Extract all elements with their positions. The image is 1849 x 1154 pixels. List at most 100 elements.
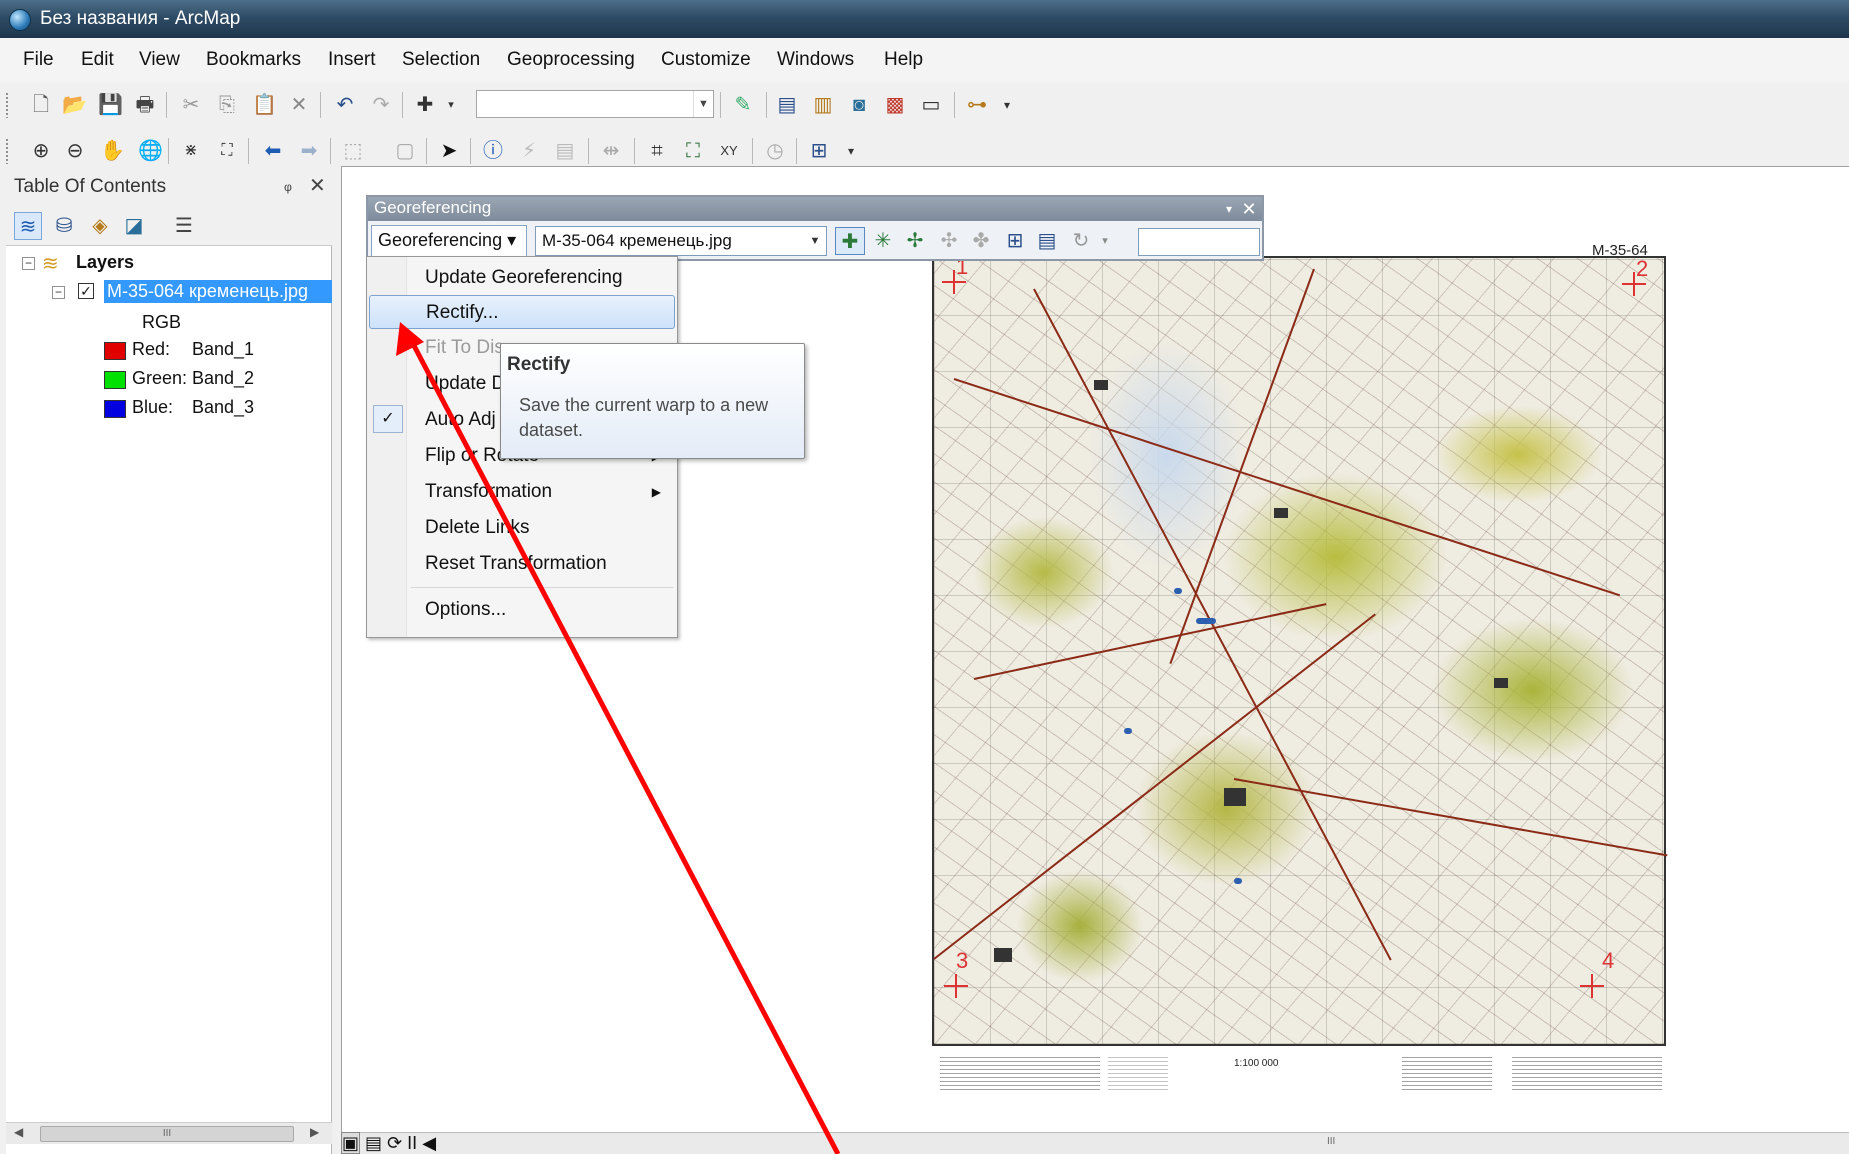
data-view-button[interactable]: ▣ — [341, 1132, 361, 1154]
identify-icon[interactable]: ⓘ — [482, 140, 504, 162]
paste-icon[interactable]: 📋 — [252, 94, 277, 116]
select-features-icon[interactable]: ⬚ — [342, 140, 364, 162]
layout-view-button[interactable]: ▤ — [365, 1133, 382, 1153]
find-route-icon[interactable]: ⛶ — [682, 140, 704, 162]
menu-item-delete-links[interactable]: Delete Links — [369, 511, 675, 545]
link-table-icon[interactable]: ▤ — [1032, 227, 1062, 255]
time-slider-icon[interactable]: ◷ — [764, 140, 786, 162]
scroll-right-icon[interactable]: ▶ — [310, 1125, 319, 1139]
zoom-in-icon[interactable]: ⊕ — [30, 140, 52, 162]
print-icon[interactable]: 🖶 — [134, 94, 156, 116]
catalog-icon[interactable]: ▥ — [812, 94, 834, 116]
new-document-icon[interactable]: 🗋 — [30, 94, 52, 116]
add-data-dropdown-icon[interactable]: ▾ — [440, 94, 462, 116]
blue-band-swatch[interactable] — [104, 400, 126, 418]
close-icon[interactable]: ✕ — [1238, 197, 1260, 221]
python-window-icon[interactable]: ▭ — [920, 94, 942, 116]
editor-toolbar-icon[interactable]: ✎ — [732, 94, 754, 116]
control-point-cross[interactable] — [942, 270, 966, 294]
scroll-thumb-grip[interactable]: III — [1327, 1136, 1335, 1147]
menu-geoprocessing[interactable]: Geoprocessing — [507, 49, 635, 71]
refresh-icon[interactable]: ⟳ — [387, 1133, 402, 1153]
save-icon[interactable]: 💾 — [98, 94, 123, 116]
menu-customize[interactable]: Customize — [661, 49, 751, 71]
add-data-icon[interactable]: ✚ — [414, 94, 436, 116]
forward-extent-icon[interactable]: ➡ — [298, 140, 320, 162]
menu-windows[interactable]: Windows — [777, 49, 854, 71]
select-elements-arrow-icon[interactable]: ➤ — [438, 140, 460, 162]
html-popup-icon[interactable]: ▤ — [554, 140, 576, 162]
redo-icon[interactable]: ↷ — [370, 94, 392, 116]
viewer-icon[interactable]: ⊞ — [1000, 227, 1030, 255]
go-to-xy-icon[interactable]: XY — [718, 140, 740, 162]
rotation-angle-input[interactable] — [1138, 228, 1260, 256]
control-point-cross[interactable] — [1580, 974, 1604, 998]
undo-icon[interactable]: ↶ — [334, 94, 356, 116]
toolbar-options-icon[interactable]: ▾ — [996, 94, 1018, 116]
fixed-zoom-out-icon[interactable]: ⛶ — [216, 140, 238, 162]
delete-icon[interactable]: ✕ — [288, 94, 310, 116]
search-window-icon[interactable]: ◙ — [848, 94, 870, 116]
georeferencing-toolbar-title[interactable]: Georeferencing — [368, 197, 1262, 221]
create-viewer-window-icon[interactable]: ⊞ — [808, 140, 830, 162]
list-by-source-icon[interactable]: ⛁ — [50, 212, 78, 240]
full-extent-globe-icon[interactable]: 🌐 — [138, 140, 163, 162]
zoom-to-selected-link-icon[interactable]: ✣ — [934, 227, 964, 255]
pause-drawing-icon[interactable]: II — [407, 1133, 417, 1153]
cut-icon[interactable]: ✂ — [180, 94, 202, 116]
menu-file[interactable]: File — [23, 49, 54, 71]
georeferencing-menu-button[interactable]: Georeferencing ▾ — [371, 225, 527, 257]
toolbar-grip[interactable] — [5, 92, 9, 118]
add-control-points-icon[interactable]: ✚ — [835, 227, 865, 255]
copy-icon[interactable]: ⎘ — [216, 94, 238, 116]
collapse-icon[interactable]: − — [52, 286, 65, 299]
control-point-cross[interactable] — [944, 974, 968, 998]
list-by-drawing-order-icon[interactable]: ≋ — [14, 212, 42, 240]
close-icon[interactable]: ✕ — [309, 173, 326, 198]
menu-item-options[interactable]: Options... — [369, 593, 675, 627]
layers-root-label[interactable]: Layers — [76, 252, 134, 273]
layer-visibility-checkbox[interactable]: ✓ — [78, 283, 94, 299]
toc-options-icon[interactable]: ☰ — [170, 212, 198, 240]
measure-icon[interactable]: ⇹ — [600, 140, 622, 162]
green-band-swatch[interactable] — [104, 371, 126, 389]
layer-name[interactable]: M-35-064 кременець.jpg — [104, 280, 332, 303]
chevron-down-icon[interactable]: ▼ — [806, 229, 824, 253]
auto-registration-icon[interactable]: ✳ — [868, 227, 898, 255]
back-extent-icon[interactable]: ⬅ — [262, 140, 284, 162]
menu-selection[interactable]: Selection — [402, 49, 480, 71]
chevron-down-icon[interactable]: ▾ — [1220, 197, 1238, 221]
control-point-cross[interactable] — [1622, 272, 1646, 296]
menu-item-rectify[interactable]: Rectify... — [369, 295, 675, 329]
scroll-left-icon[interactable]: ◀ — [422, 1133, 436, 1153]
list-by-selection-icon[interactable]: ◪ — [120, 212, 148, 240]
toolbar-options-icon[interactable]: ▾ — [840, 140, 862, 162]
georeferenced-raster-map[interactable]: ЦЕНТРАЛЬНЫЙ ШТАБ КРЕМЕНЕЦ M-35-64 1 2 3 … — [924, 242, 1676, 1104]
red-band-swatch[interactable] — [104, 342, 126, 360]
pin-icon[interactable]: ᵩ — [284, 174, 292, 195]
list-by-visibility-icon[interactable]: ◈ — [86, 212, 114, 240]
menu-insert[interactable]: Insert — [328, 49, 376, 71]
collapse-icon[interactable]: − — [22, 257, 35, 270]
delete-link-icon[interactable]: ✤ — [966, 227, 996, 255]
map-scale-combo[interactable]: ▼ — [476, 90, 714, 118]
menu-item-reset-transformation[interactable]: Reset Transformation — [369, 547, 675, 581]
scroll-left-icon[interactable]: ◀ — [14, 1125, 23, 1139]
fixed-zoom-in-icon[interactable]: ⋇ — [180, 140, 202, 162]
menu-item-update-georeferencing[interactable]: Update Georeferencing — [369, 261, 675, 295]
select-link-icon[interactable]: ✢ — [900, 227, 930, 255]
zoom-out-icon[interactable]: ⊖ — [64, 140, 86, 162]
menu-bookmarks[interactable]: Bookmarks — [206, 49, 301, 71]
toolbar-grip[interactable] — [5, 138, 9, 164]
pan-hand-icon[interactable]: ✋ — [100, 140, 125, 162]
scroll-thumb[interactable]: III — [40, 1126, 294, 1142]
hyperlink-icon[interactable]: ⚡ — [518, 140, 540, 162]
georeferencing-layer-combo[interactable]: M-35-064 кременець.jpg ▼ — [535, 226, 827, 256]
chevron-down-icon[interactable]: ▾ — [1090, 227, 1120, 255]
toc-horizontal-scrollbar[interactable]: ◀ III ▶ — [6, 1122, 332, 1144]
open-folder-icon[interactable]: 📂 — [62, 94, 87, 116]
table-of-contents-icon[interactable]: ▤ — [776, 94, 798, 116]
chevron-down-icon[interactable]: ▼ — [693, 91, 713, 117]
menu-view[interactable]: View — [139, 49, 180, 71]
map-horizontal-scrollbar[interactable]: ▣ ▤ ⟳ II ◀ III — [341, 1132, 1849, 1154]
